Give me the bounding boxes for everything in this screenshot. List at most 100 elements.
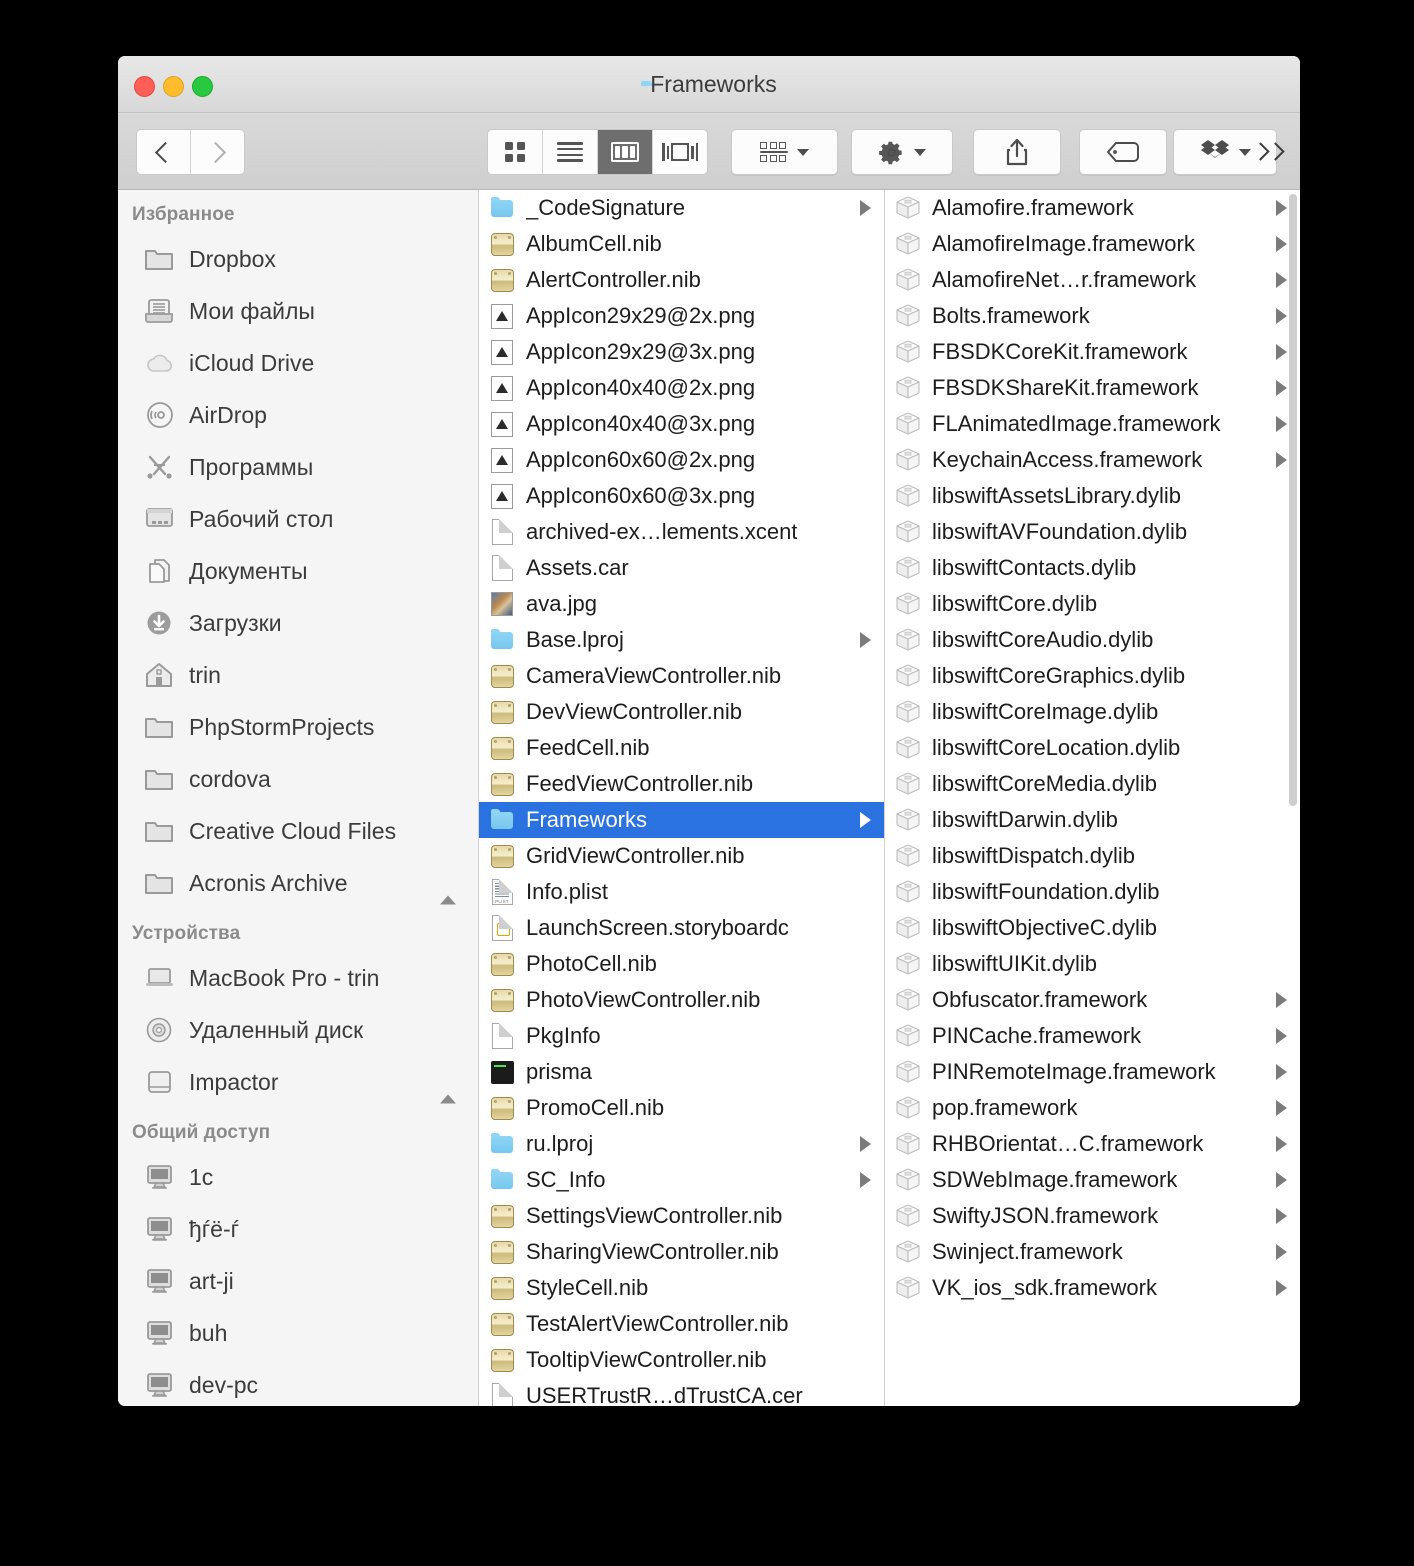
sidebar-item-[interactable]: Программы (118, 441, 478, 493)
column-browser-right[interactable]: Alamofire.framework AlamofireImage.framew… (885, 190, 1300, 1406)
file-row[interactable]: PINRemoteImage.framework (885, 1054, 1300, 1090)
column-view-button[interactable] (597, 130, 652, 174)
file-row[interactable]: Info.plist (479, 874, 884, 910)
sidebar-item-cordova[interactable]: cordova (118, 753, 478, 805)
file-row[interactable]: AlertController.nib (479, 262, 884, 298)
file-row[interactable]: archived-ex…lements.xcent (479, 514, 884, 550)
sidebar-item-macbook-pro-trin[interactable]: MacBook Pro - trin (118, 952, 478, 1004)
file-row[interactable]: USERTrustR…dTrustCA.cer (479, 1378, 884, 1406)
sidebar-item-creative-cloud-files[interactable]: Creative Cloud Files (118, 805, 478, 857)
file-row[interactable]: AlamofireNet…r.framework (885, 262, 1300, 298)
disclosure-arrow-icon[interactable] (1276, 1208, 1287, 1224)
sidebar-item-art-ji[interactable]: art-ji (118, 1255, 478, 1307)
column-browser-middle[interactable]: _CodeSignature AlbumCell.nib AlertControll… (479, 190, 885, 1406)
file-row[interactable]: Base.lproj (479, 622, 884, 658)
disclosure-arrow-icon[interactable] (1276, 992, 1287, 1008)
disclosure-arrow-icon[interactable] (1276, 1064, 1287, 1080)
sidebar-item-[interactable]: Загрузки (118, 597, 478, 649)
disclosure-arrow-icon[interactable] (1276, 380, 1287, 396)
file-row[interactable]: ru.lproj (479, 1126, 884, 1162)
file-row[interactable]: PkgInfo (479, 1018, 884, 1054)
file-row[interactable]: libswiftCore.dylib (885, 586, 1300, 622)
file-row[interactable]: AppIcon40x40@3x.png (479, 406, 884, 442)
share-button[interactable] (973, 129, 1061, 175)
file-row[interactable]: GridViewController.nib (479, 838, 884, 874)
file-row[interactable]: libswiftContacts.dylib (885, 550, 1300, 586)
file-row[interactable]: libswiftDispatch.dylib (885, 838, 1300, 874)
eject-icon[interactable] (440, 1068, 456, 1104)
file-row[interactable]: AppIcon29x29@2x.png (479, 298, 884, 334)
file-row[interactable]: Frameworks (479, 802, 884, 838)
file-row[interactable]: Assets.car (479, 550, 884, 586)
disclosure-arrow-icon[interactable] (1276, 1100, 1287, 1116)
file-row[interactable]: libswiftCoreLocation.dylib (885, 730, 1300, 766)
file-row[interactable]: FBSDKShareKit.framework (885, 370, 1300, 406)
disclosure-arrow-icon[interactable] (1276, 416, 1287, 432)
sidebar-item-[interactable]: Документы (118, 545, 478, 597)
disclosure-arrow-icon[interactable] (860, 200, 871, 216)
file-row[interactable]: LaunchScreen.storyboardc (479, 910, 884, 946)
file-row[interactable]: libswiftCoreAudio.dylib (885, 622, 1300, 658)
sidebar-item-[interactable]: Рабочий стол (118, 493, 478, 545)
disclosure-arrow-icon[interactable] (1276, 1280, 1287, 1296)
disclosure-arrow-icon[interactable] (860, 812, 871, 828)
disclosure-arrow-icon[interactable] (1276, 200, 1287, 216)
file-row[interactable]: TestAlertViewController.nib (479, 1306, 884, 1342)
list-view-button[interactable] (542, 130, 597, 174)
file-row[interactable]: ava.jpg (479, 586, 884, 622)
sidebar-item-airdrop[interactable]: AirDrop (118, 389, 478, 441)
file-row[interactable]: PhotoViewController.nib (479, 982, 884, 1018)
file-row[interactable]: CameraViewController.nib (479, 658, 884, 694)
cover-flow-view-button[interactable] (652, 130, 707, 174)
file-row[interactable]: libswiftCoreGraphics.dylib (885, 658, 1300, 694)
sidebar-item-[interactable]: Мои файлы (118, 285, 478, 337)
tag-button[interactable] (1079, 129, 1167, 175)
file-row[interactable]: DevViewController.nib (479, 694, 884, 730)
file-row[interactable]: libswiftCoreMedia.dylib (885, 766, 1300, 802)
forward-button[interactable] (190, 130, 244, 174)
file-row[interactable]: Swinject.framework (885, 1234, 1300, 1270)
disclosure-arrow-icon[interactable] (1276, 236, 1287, 252)
file-row[interactable]: PromoCell.nib (479, 1090, 884, 1126)
sidebar-item-impactor[interactable]: Impactor (118, 1056, 478, 1108)
disclosure-arrow-icon[interactable] (860, 1136, 871, 1152)
file-row[interactable]: AppIcon60x60@2x.png (479, 442, 884, 478)
file-row[interactable]: FBSDKCoreKit.framework (885, 334, 1300, 370)
sidebar-item-icloud-drive[interactable]: iCloud Drive (118, 337, 478, 389)
file-row[interactable]: prisma (479, 1054, 884, 1090)
sidebar-item-dropbox[interactable]: Dropbox (118, 233, 478, 285)
file-row[interactable]: AppIcon29x29@3x.png (479, 334, 884, 370)
file-row[interactable]: libswiftAssetsLibrary.dylib (885, 478, 1300, 514)
file-row[interactable]: AppIcon60x60@3x.png (479, 478, 884, 514)
disclosure-arrow-icon[interactable] (860, 1172, 871, 1188)
sidebar-item-acronis-archive[interactable]: Acronis Archive (118, 857, 478, 909)
file-row[interactable]: libswiftObjectiveC.dylib (885, 910, 1300, 946)
back-button[interactable] (137, 130, 190, 174)
sidebar-item-trin[interactable]: trin (118, 649, 478, 701)
file-row[interactable]: Alamofire.framework (885, 190, 1300, 226)
file-row[interactable]: KeychainAccess.framework (885, 442, 1300, 478)
action-button[interactable] (851, 129, 953, 175)
sidebar-item-[interactable]: Удаленный диск (118, 1004, 478, 1056)
file-row[interactable]: SDWebImage.framework (885, 1162, 1300, 1198)
eject-icon[interactable] (440, 869, 456, 905)
file-row[interactable]: Bolts.framework (885, 298, 1300, 334)
sidebar-item-[interactable]: ђѓё-ѓ (118, 1203, 478, 1255)
disclosure-arrow-icon[interactable] (1276, 308, 1287, 324)
disclosure-arrow-icon[interactable] (1276, 1136, 1287, 1152)
arrange-button[interactable] (731, 129, 838, 175)
disclosure-arrow-icon[interactable] (1276, 344, 1287, 360)
sidebar-item-1c[interactable]: 1c (118, 1151, 478, 1203)
file-row[interactable]: AppIcon40x40@2x.png (479, 370, 884, 406)
file-row[interactable]: libswiftUIKit.dylib (885, 946, 1300, 982)
sidebar-item-dev-pc[interactable]: dev-pc (118, 1359, 478, 1406)
disclosure-arrow-icon[interactable] (1276, 1028, 1287, 1044)
file-row[interactable]: libswiftCoreImage.dylib (885, 694, 1300, 730)
file-row[interactable]: RHBOrientat…C.framework (885, 1126, 1300, 1162)
file-row[interactable]: Obfuscator.framework (885, 982, 1300, 1018)
file-row[interactable]: PhotoCell.nib (479, 946, 884, 982)
file-row[interactable]: TooltipViewController.nib (479, 1342, 884, 1378)
file-row[interactable]: FeedViewController.nib (479, 766, 884, 802)
sidebar-item-phpstormprojects[interactable]: PhpStormProjects (118, 701, 478, 753)
file-row[interactable]: pop.framework (885, 1090, 1300, 1126)
